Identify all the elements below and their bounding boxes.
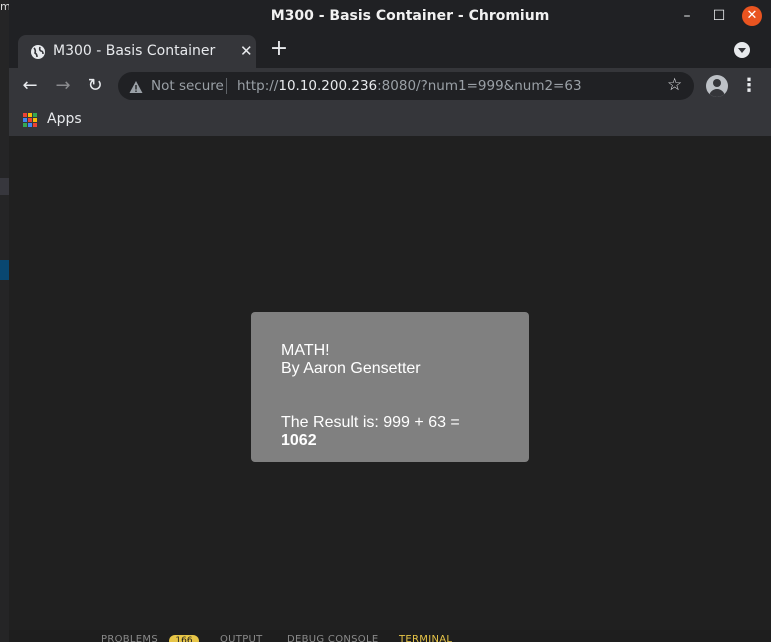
- problems-count-badge: 166: [169, 635, 199, 642]
- tab-search-icon[interactable]: [734, 42, 750, 58]
- bookmarks-bar: Apps: [9, 104, 771, 136]
- apps-grid-dot: [28, 123, 32, 127]
- window-title: M300 - Basis Container - Chromium: [270, 8, 550, 24]
- panel-tab-output[interactable]: OUTPUT: [220, 634, 263, 642]
- tab-strip: M300 - Basis Container ✕ +: [9, 32, 771, 68]
- result-value: 1062: [281, 432, 317, 449]
- apps-grid-dot: [28, 118, 32, 122]
- tab-m300-basis-container[interactable]: M300 - Basis Container ✕: [18, 35, 256, 68]
- apps-grid-dot: [33, 118, 37, 122]
- panel-tab-problems[interactable]: PROBLEMS: [101, 634, 158, 642]
- address-separator: [226, 78, 227, 94]
- apps-grid-dot: [28, 113, 32, 117]
- tab-title: M300 - Basis Container: [53, 43, 216, 59]
- apps-grid-dot: [33, 113, 37, 117]
- apps-grid-dot: [33, 123, 37, 127]
- math-result-card: MATH! By Aaron Gensetter The Result is: …: [251, 312, 529, 462]
- address-bar[interactable]: Not secure http://10.10.200.236:8080/?nu…: [118, 72, 694, 100]
- maximize-button[interactable]: ☐: [709, 6, 729, 26]
- browser-window: M300 - Basis Container - Chromium – ☐ ✕ …: [9, 0, 771, 630]
- url-text[interactable]: http://10.10.200.236:8080/?num1=999&num2…: [237, 78, 582, 94]
- url-scheme: http://: [237, 78, 279, 94]
- background-editor-sidebar: m: [0, 0, 11, 642]
- forward-button[interactable]: →: [51, 74, 75, 98]
- navigation-toolbar: ← → ↻ Not secure http://10.10.200.236:80…: [9, 68, 771, 104]
- bookmark-star-icon[interactable]: ☆: [667, 75, 682, 95]
- profile-avatar-icon[interactable]: [706, 75, 728, 97]
- screen: m PROBLEMS 166 OUTPUT DEBUG CONSOLE TERM…: [0, 0, 771, 642]
- apps-grid-icon: [23, 113, 37, 127]
- url-path: :8080/?num1=999&num2=63: [377, 78, 582, 94]
- reload-button[interactable]: ↻: [83, 74, 107, 98]
- math-heading: MATH!: [281, 342, 330, 359]
- author-line: By Aaron Gensetter: [281, 360, 421, 377]
- new-tab-button[interactable]: +: [267, 37, 291, 61]
- security-label[interactable]: Not secure: [151, 78, 224, 94]
- background-editor-row: [0, 178, 9, 195]
- panel-tab-terminal[interactable]: TERMINAL: [399, 634, 452, 642]
- apps-label: Apps: [47, 111, 82, 127]
- result-prefix: The Result is: 999 + 63 =: [281, 414, 460, 431]
- apps-grid-dot: [23, 118, 27, 122]
- browser-menu-button[interactable]: ⋮: [739, 74, 759, 98]
- minimize-button[interactable]: –: [677, 6, 697, 26]
- url-host: 10.10.200.236: [278, 78, 378, 94]
- apps-grid-dot: [23, 123, 27, 127]
- page-content: MATH! By Aaron Gensetter The Result is: …: [9, 136, 771, 630]
- background-editor-selected-row: [0, 260, 9, 280]
- avatar-body: [709, 89, 725, 97]
- background-editor-panel: PROBLEMS 166 OUTPUT DEBUG CONSOLE TERMIN…: [9, 630, 771, 642]
- panel-tab-debug-console[interactable]: DEBUG CONSOLE: [287, 634, 378, 642]
- close-tab-icon[interactable]: ✕: [240, 42, 253, 60]
- close-window-button[interactable]: ✕: [742, 6, 762, 26]
- back-button[interactable]: ←: [18, 74, 42, 98]
- result-line: The Result is: 999 + 63 = 1062: [281, 414, 499, 450]
- warning-icon[interactable]: [129, 79, 143, 93]
- globe-icon: [30, 44, 46, 60]
- avatar-head: [713, 79, 721, 87]
- apps-grid-dot: [23, 113, 27, 117]
- title-bar[interactable]: M300 - Basis Container - Chromium – ☐ ✕: [9, 0, 771, 32]
